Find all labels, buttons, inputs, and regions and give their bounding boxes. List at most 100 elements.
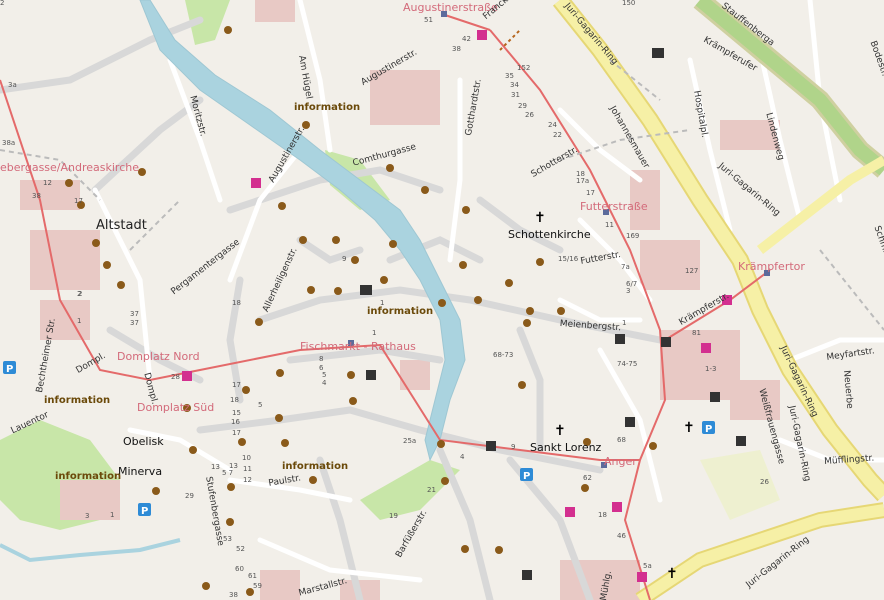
- house-number: 9: [342, 255, 347, 263]
- house-number: 26: [760, 478, 769, 486]
- house-number: 68: [617, 436, 626, 444]
- house-number: 1: [110, 511, 115, 519]
- church-icon: ✝: [683, 420, 695, 436]
- stop-futterstrasse[interactable]: Futterstraße: [580, 201, 648, 212]
- house-number: 21: [427, 486, 436, 494]
- house-number: 31: [511, 91, 520, 99]
- place-altstadt: Altstadt: [96, 218, 147, 233]
- house-number: 29: [185, 492, 194, 500]
- house-number: 12: [243, 476, 252, 484]
- street-label: Neuerbe: [841, 369, 855, 410]
- house-number: 169: [626, 232, 640, 240]
- house-number: 81: [692, 329, 701, 337]
- house-number: 1: [380, 299, 385, 307]
- place-obelisk: Obelisk: [123, 435, 164, 448]
- parking-icon: P: [523, 471, 530, 482]
- house-number: 10: [242, 454, 251, 462]
- info-label: information: [294, 102, 361, 113]
- house-number: 5 7: [222, 469, 234, 477]
- house-number: 11: [605, 221, 614, 229]
- house-number: 150: [622, 0, 636, 7]
- house-number: 16: [231, 418, 240, 426]
- house-number: 53: [223, 535, 232, 543]
- stop-domplatz-nord[interactable]: Domplatz Nord: [117, 351, 200, 362]
- ring-spur: [756, 155, 884, 254]
- house-number: 7a: [621, 263, 630, 271]
- house-number: 18: [230, 396, 239, 404]
- info-label: information: [55, 471, 122, 482]
- house-number: 3: [626, 287, 631, 295]
- house-number: 1: [622, 319, 627, 327]
- house-number: 5a: [643, 562, 652, 570]
- house-number: 17: [232, 381, 241, 389]
- house-number: 152: [517, 64, 531, 72]
- house-number: 22: [553, 131, 562, 139]
- house-number: 4: [460, 453, 465, 461]
- house-number: 46: [617, 532, 626, 540]
- info-label: information: [367, 306, 434, 317]
- map-canvas[interactable]: P P P P ✝ ✝ ✝ ✝: [0, 0, 884, 600]
- house-number: 5: [258, 401, 263, 409]
- house-number: 38: [32, 192, 41, 200]
- church-icon: ✝: [666, 566, 678, 582]
- house-number: 38: [229, 591, 238, 599]
- church-icon: ✝: [554, 423, 566, 439]
- church-icon: ✝: [534, 210, 546, 226]
- house-number: 38a: [2, 139, 16, 147]
- house-number: 8: [319, 355, 324, 363]
- house-number: 29: [518, 102, 527, 110]
- house-number: 17: [74, 197, 83, 205]
- house-number: 15/16: [558, 255, 579, 263]
- house-number: 1: [77, 317, 82, 325]
- house-number: 26: [525, 111, 534, 119]
- river-branch: [0, 538, 181, 563]
- house-number: 2: [0, 0, 5, 7]
- house-number: 2: [77, 290, 82, 298]
- house-number: 19: [389, 512, 398, 520]
- stop-kraempfertor[interactable]: Krämpfertor: [738, 261, 805, 272]
- house-number: 37: [130, 310, 139, 318]
- house-number: 12: [43, 179, 52, 187]
- house-number: 59: [253, 582, 262, 590]
- house-number: 74-75: [617, 360, 638, 368]
- house-number: 60: [235, 565, 244, 573]
- ring-road-south-casing: [635, 502, 884, 600]
- house-number: 28: [171, 373, 180, 381]
- map-view[interactable]: P P P P ✝ ✝ ✝ ✝ Altstadt Schottenkirche …: [0, 0, 884, 600]
- house-number: 18: [232, 299, 241, 307]
- parking-icon: P: [6, 364, 13, 375]
- house-number: 24: [548, 121, 557, 129]
- stop-predigergasse[interactable]: ebergasse/Andreaskirche: [0, 162, 139, 173]
- house-number: 34: [510, 81, 519, 89]
- house-number: 17a: [576, 177, 590, 185]
- info-label: information: [282, 461, 349, 472]
- house-number: 3: [85, 512, 90, 520]
- info-label: information: [44, 395, 111, 406]
- place-schottenkirche: Schottenkirche: [508, 228, 591, 241]
- house-number: 51: [424, 16, 433, 24]
- place-sankt-lorenz: Sankt Lorenz: [530, 441, 602, 454]
- house-number: 68-73: [493, 351, 514, 359]
- house-number: 38: [452, 45, 461, 53]
- parking-icon: P: [141, 506, 148, 517]
- house-number: 61: [248, 572, 257, 580]
- house-number: 25a: [403, 437, 417, 445]
- stop-fischmarkt-rathaus[interactable]: Fischmarkt - Rathaus: [300, 341, 416, 352]
- house-number: 18: [598, 511, 607, 519]
- house-number: 17: [586, 189, 595, 197]
- house-number: 5: [322, 371, 327, 379]
- house-number: 52: [236, 545, 245, 553]
- house-number: 17: [232, 429, 241, 437]
- house-number: 15: [232, 409, 241, 417]
- house-number: 13: [211, 463, 220, 471]
- house-number: 1: [372, 329, 377, 337]
- house-number: 3a: [8, 81, 17, 89]
- house-number: 37: [130, 319, 139, 327]
- house-number: 1-3: [705, 365, 717, 373]
- parking-icon: P: [705, 424, 712, 435]
- stop-anger[interactable]: Anger: [604, 456, 637, 467]
- house-number: 42: [462, 35, 471, 43]
- house-number: 127: [685, 267, 699, 275]
- house-number: 4: [322, 379, 327, 387]
- house-number: 11: [243, 465, 252, 473]
